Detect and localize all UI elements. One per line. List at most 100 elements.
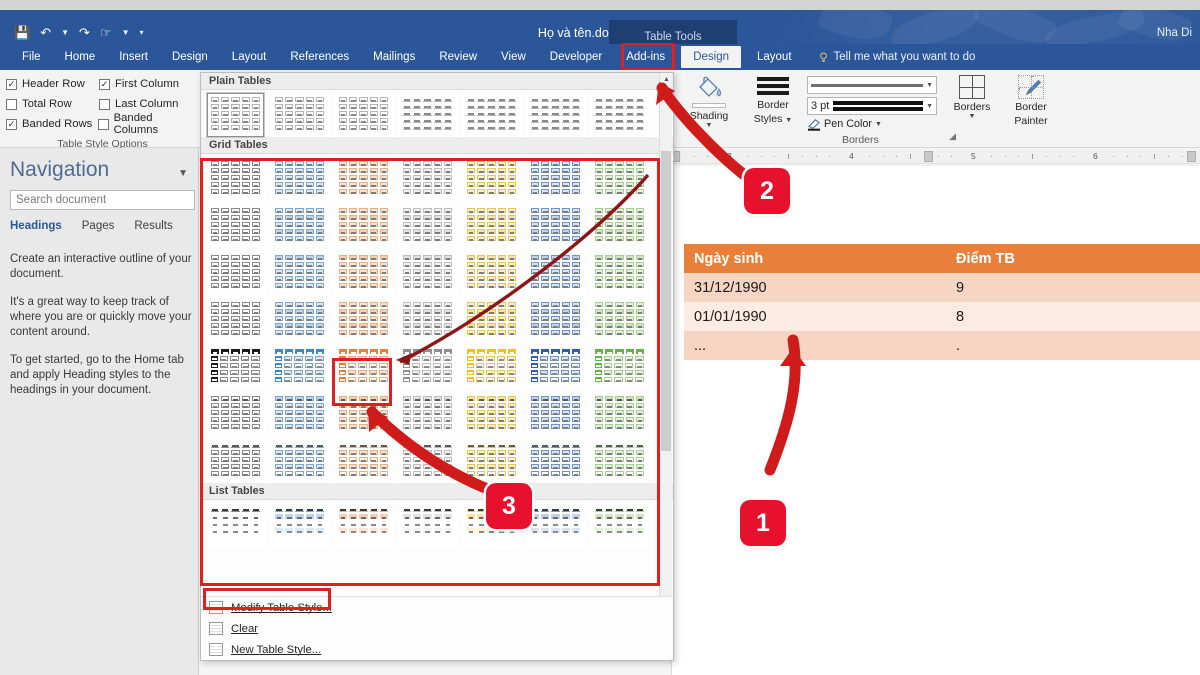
tab-references[interactable]: References [278,44,361,70]
table-style-thumbnail[interactable] [399,157,456,201]
table-style-thumbnail[interactable] [463,93,520,137]
table-style-thumbnail[interactable] [591,157,648,201]
table-style-thumbnail[interactable] [335,251,392,295]
table-style-thumbnail[interactable] [207,392,264,436]
checkbox-banded-rows[interactable]: ✓ Banded Rows [6,118,98,130]
checkbox-banded-rows-box[interactable]: ✓ [6,119,17,130]
table-style-thumbnail[interactable] [207,93,264,137]
table-style-thumbnail[interactable] [527,298,584,342]
checkbox-first-column-box[interactable]: ✓ [99,79,110,90]
checkbox-first-column[interactable]: ✓ First Column [99,78,179,90]
table-style-thumbnail[interactable] [207,251,264,295]
table-style-thumbnail[interactable] [335,157,392,201]
list-tables-thumbnails[interactable] [201,500,673,547]
table-style-thumbnail[interactable] [335,93,392,137]
table-style-thumbnail[interactable] [271,439,328,483]
table-style-thumbnail[interactable] [207,439,264,483]
table-style-thumbnail[interactable] [399,251,456,295]
table-style-thumbnail-selected[interactable] [335,345,392,389]
borders-dialog-launcher[interactable]: ◢ [949,131,956,142]
table-style-thumbnail[interactable] [591,251,648,295]
borders-button[interactable]: Borders ▼ [944,75,1000,120]
tell-me-search[interactable]: Tell me what you want to do [804,51,976,63]
tab-file[interactable]: File [10,44,53,70]
table-style-thumbnail[interactable] [591,298,648,342]
tab-mailings[interactable]: Mailings [361,44,427,70]
line-style-combo[interactable]: ▼ [807,76,937,94]
table-style-thumbnail[interactable] [207,204,264,248]
nav-tab-pages[interactable]: Pages [82,220,115,232]
checkbox-last-column-box[interactable] [99,99,110,110]
document-page[interactable]: Ngày sinh Điểm TB 31/12/1990 9 01/01/199… [671,166,1200,675]
menu-item-new-table-style[interactable]: New Table Style... [201,639,673,660]
table-style-thumbnail[interactable] [591,204,648,248]
border-painter-button[interactable]: Border Painter [1002,75,1060,127]
table-style-thumbnail[interactable] [335,298,392,342]
table-style-thumbnail[interactable] [335,392,392,436]
table-style-thumbnail[interactable] [591,439,648,483]
tab-design[interactable]: Design [160,44,220,70]
line-style-dropdown-icon[interactable]: ▼ [923,82,933,89]
tab-review[interactable]: Review [427,44,489,70]
table-style-thumbnail[interactable] [463,251,520,295]
checkbox-last-column[interactable]: Last Column [99,98,178,110]
gallery-scrollbar[interactable]: ▲ ▼ [659,73,672,660]
table-style-thumbnail[interactable] [271,503,328,547]
table-style-thumbnail[interactable] [463,345,520,389]
nav-tab-results[interactable]: Results [134,220,172,232]
table-style-thumbnail[interactable] [399,204,456,248]
table-style-thumbnail[interactable] [399,298,456,342]
border-styles-dropdown-icon[interactable]: ▼ [785,117,792,124]
checkbox-total-row[interactable]: Total Row [6,98,99,110]
table-styles-gallery[interactable]: Plain Tables Grid Tables List Tables ▲ ▼… [200,72,674,661]
table-style-thumbnail[interactable] [527,439,584,483]
table-style-thumbnail[interactable] [591,503,648,547]
table-style-thumbnail[interactable] [207,345,264,389]
table-style-thumbnail[interactable] [527,251,584,295]
table-style-thumbnail[interactable] [591,392,648,436]
table-style-thumbnail[interactable] [271,345,328,389]
document-table[interactable]: Ngày sinh Điểm TB 31/12/1990 9 01/01/199… [684,244,1200,360]
table-style-thumbnail[interactable] [271,392,328,436]
borders-dropdown-icon[interactable]: ▼ [944,113,1000,120]
checkbox-header-row[interactable]: ✓ Header Row [6,78,99,90]
table-style-thumbnail[interactable] [207,503,264,547]
navigation-search-input[interactable]: Search document [10,190,195,210]
table-style-thumbnail[interactable] [399,439,456,483]
table-style-thumbnail[interactable] [207,157,264,201]
table-style-thumbnail[interactable] [335,439,392,483]
pen-color-dropdown-icon[interactable]: ▼ [875,121,882,128]
table-style-thumbnail[interactable] [527,503,584,547]
table-style-thumbnail[interactable] [271,93,328,137]
table-style-thumbnail[interactable] [399,93,456,137]
tab-layout[interactable]: Layout [220,44,279,70]
table-style-thumbnail[interactable] [463,439,520,483]
tab-developer[interactable]: Developer [538,44,614,70]
shading-button[interactable]: Shading ▼ [680,75,738,129]
tab-insert[interactable]: Insert [107,44,160,70]
scrollbar-thumb[interactable] [661,151,671,451]
line-weight-combo[interactable]: 3 pt ▼ [807,97,937,115]
table-style-thumbnail[interactable] [207,298,264,342]
tab-table-tools-layout[interactable]: Layout [745,44,804,70]
ruler-margin-marker[interactable] [924,151,933,162]
border-styles-button[interactable]: Border Styles ▼ [742,75,804,125]
table-style-thumbnail[interactable] [271,157,328,201]
checkbox-banded-columns-box[interactable] [98,119,109,130]
table-style-thumbnail[interactable] [463,392,520,436]
account-name[interactable]: Nha Di [1157,27,1192,39]
pen-color-button[interactable]: Pen Color ▼ [807,118,937,130]
table-style-thumbnail[interactable] [463,157,520,201]
table-style-thumbnail[interactable] [527,392,584,436]
table-style-thumbnail[interactable] [527,93,584,137]
tab-table-tools-design[interactable]: Design [681,46,741,68]
tab-home[interactable]: Home [53,44,108,70]
line-weight-dropdown-icon[interactable]: ▼ [923,103,933,110]
table-style-thumbnail[interactable] [271,204,328,248]
menu-item-modify-table-style[interactable]: Modify Table Style... [201,597,673,618]
table-style-thumbnail[interactable] [399,345,456,389]
table-style-thumbnail[interactable] [335,204,392,248]
horizontal-ruler[interactable]: 3456 [671,150,1200,164]
tab-addins[interactable]: Add-ins [614,44,677,70]
table-style-thumbnail[interactable] [463,204,520,248]
